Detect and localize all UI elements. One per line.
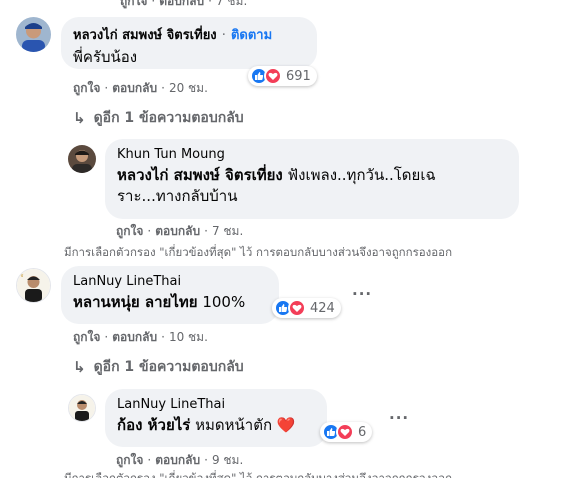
timestamp[interactable]: 9 ชม. xyxy=(212,453,243,467)
heart-emoji: ❤️ xyxy=(276,416,296,434)
filter-notice: มีการเลือกตัวกรอง "เกี่ยวข้องที่สุด" ไว้… xyxy=(64,245,453,259)
comment-text: หลานหนุ่ย ลายไทย 100% xyxy=(73,292,267,313)
comment-text-body: 100% xyxy=(202,293,246,311)
reply-text: ก้อง ห้วยไร่ หมดหน้าตัก ❤️ xyxy=(117,415,315,436)
reaction-summary[interactable]: 691 xyxy=(248,66,317,86)
comment-bubble: หลวงไก่ สมพงษ์ จิตรเที่ยง · ติดตาม พี่คร… xyxy=(61,17,317,69)
reply-text-line1: ฟังเพลง..ทุกวัน..โดยเฉ xyxy=(287,166,436,184)
reply-button[interactable]: ตอบกลับ xyxy=(155,224,200,238)
reaction-count: 691 xyxy=(286,68,311,84)
separator-dot: · xyxy=(221,28,226,43)
comment-actions: ถูกใจ · ตอบกลับ · 10 ชม. xyxy=(73,330,208,344)
reaction-count: 6 xyxy=(358,424,367,440)
avatar[interactable]: ช xyxy=(16,268,51,303)
more-options-icon[interactable]: ··· xyxy=(389,409,409,427)
reply-button[interactable]: ตอบกลับ xyxy=(112,330,157,344)
love-reaction-icon xyxy=(288,299,306,317)
filter-notice: มีการเลือกตัวกรอง "เกี่ยวข้องที่สุด" ไว้… xyxy=(64,471,453,478)
reply-actions: ถูกใจ · ตอบกลับ · 7 ชม. xyxy=(116,224,244,238)
like-button[interactable]: ถูกใจ xyxy=(120,0,147,8)
view-more-replies-button[interactable]: ↳ ดูอีก 1 ข้อความตอบกลับ xyxy=(73,356,244,378)
reply-bubble: LanNuy LineThai ก้อง ห้วยไร่ หมดหน้าตัก … xyxy=(105,389,327,447)
love-reaction-icon xyxy=(336,423,354,441)
timestamp[interactable]: 7 ชม. xyxy=(216,0,247,8)
reaction-count: 424 xyxy=(310,300,335,316)
author-name[interactable]: Khun Tun Moung xyxy=(117,146,507,163)
reply-actions: ถูกใจ · ตอบกลับ · 9 ชม. xyxy=(116,453,244,467)
comment-bubble: LanNuy LineThai หลานหนุ่ย ลายไทย 100% xyxy=(61,266,279,324)
reply-button[interactable]: ตอบกลับ xyxy=(155,453,200,467)
reply-arrow-icon: ↳ xyxy=(73,109,86,127)
view-more-replies-label: ดูอีก 1 ข้อความตอบกลับ xyxy=(93,110,244,126)
reply-button[interactable]: ตอบกลับ xyxy=(159,0,204,8)
timestamp[interactable]: 10 ชม. xyxy=(169,330,208,344)
author-name[interactable]: หลวงไก่ สมพงษ์ จิตรเที่ยง xyxy=(73,28,217,43)
timestamp[interactable]: 7 ชม. xyxy=(212,224,243,238)
mention-link[interactable]: หลวงไก่ สมพงษ์ จิตรเที่ยง xyxy=(117,166,283,184)
follow-button[interactable]: ติดตาม xyxy=(231,28,272,43)
mention-link[interactable]: ก้อง ห้วยไร่ xyxy=(117,416,190,434)
avatar[interactable] xyxy=(68,394,96,422)
reply-arrow-icon: ↳ xyxy=(73,358,86,376)
reply-button[interactable]: ตอบกลับ xyxy=(112,81,157,95)
svg-text:ช: ช xyxy=(20,273,24,279)
love-reaction-icon xyxy=(264,67,282,85)
comment-header: หลวงไก่ สมพงษ์ จิตรเที่ยง · ติดตาม xyxy=(73,24,305,45)
comment-text: พี่ครับน้อง xyxy=(73,48,138,66)
more-options-icon[interactable]: ··· xyxy=(352,285,372,303)
like-button[interactable]: ถูกใจ xyxy=(116,224,143,238)
like-button[interactable]: ถูกใจ xyxy=(73,81,100,95)
reply-text-line2: ราะ...ทางกลับบ้าน xyxy=(117,187,238,205)
avatar[interactable] xyxy=(68,145,96,173)
author-name[interactable]: LanNuy LineThai xyxy=(73,273,267,290)
reply-bubble: Khun Tun Moung หลวงไก่ สมพงษ์ จิตรเที่ยง… xyxy=(105,139,519,219)
reply-text: หลวงไก่ สมพงษ์ จิตรเที่ยง ฟังเพลง..ทุกวั… xyxy=(117,165,507,186)
mention-link[interactable]: หลานหนุ่ย ลายไทย xyxy=(73,293,198,311)
like-button[interactable]: ถูกใจ xyxy=(116,453,143,467)
top-actions: ถูกใจ · ตอบกลับ · 7 ชม. xyxy=(120,0,247,9)
view-more-replies-label: ดูอีก 1 ข้อความตอบกลับ xyxy=(93,359,244,375)
reaction-summary[interactable]: 6 xyxy=(320,422,373,442)
comment-actions: ถูกใจ · ตอบกลับ · 20 ชม. xyxy=(73,81,208,95)
reply-text-body: หมดหน้าตัก xyxy=(195,416,273,434)
timestamp[interactable]: 20 ชม. xyxy=(169,81,208,95)
author-name[interactable]: LanNuy LineThai xyxy=(117,396,315,413)
view-more-replies-button[interactable]: ↳ ดูอีก 1 ข้อความตอบกลับ xyxy=(73,107,244,129)
avatar[interactable] xyxy=(16,17,51,52)
reaction-summary[interactable]: 424 xyxy=(272,298,341,318)
like-button[interactable]: ถูกใจ xyxy=(73,330,100,344)
